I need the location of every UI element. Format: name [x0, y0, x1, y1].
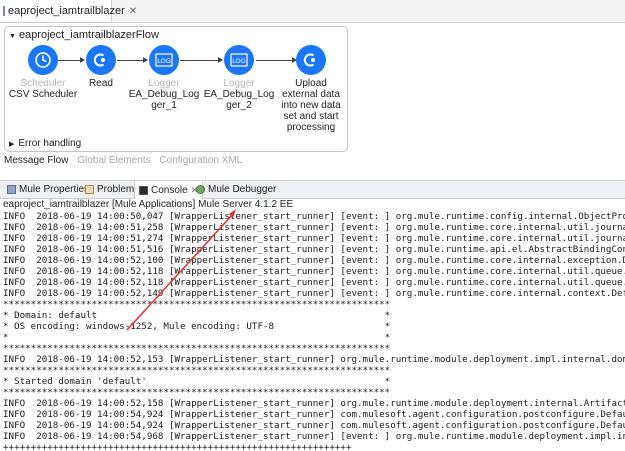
- expand-triangle-icon[interactable]: ▶: [9, 141, 14, 148]
- node-name-label: EA_Debug_Log ger_1: [128, 89, 200, 111]
- console-line: INFO 2018-06-19 14:00:51,258 [WrapperLis…: [3, 222, 625, 233]
- tab-message-flow[interactable]: Message Flow: [4, 155, 68, 166]
- debugger-bug-icon: [196, 185, 205, 194]
- connector-icon: [296, 45, 326, 75]
- console-line: INFO 2018-06-19 14:00:50,047 [WrapperLis…: [3, 211, 625, 222]
- console-line: * *: [3, 332, 391, 343]
- node-name-label: CSV Scheduler: [8, 89, 78, 100]
- console-line: ****************************************…: [3, 343, 391, 354]
- flow-title[interactable]: ▼ eaproject_iamtrailblazerFlow: [9, 29, 159, 41]
- console-icon: [139, 185, 148, 195]
- node-type-label: Logger: [148, 78, 180, 89]
- problems-icon: [85, 185, 94, 194]
- node-name-label: Upload external data into new data set a…: [281, 78, 341, 133]
- console-line: * OS encoding: windows-1252, Mule encodi…: [3, 321, 391, 332]
- properties-icon: [7, 185, 16, 194]
- console-line: INFO 2018-06-19 14:00:51,274 [WrapperLis…: [3, 233, 625, 244]
- close-icon[interactable]: ✕: [129, 6, 137, 17]
- console-line: INFO 2018-06-19 14:00:52,149 [WrapperLis…: [3, 288, 625, 299]
- console-line: INFO 2018-06-19 14:00:52,100 [WrapperLis…: [3, 255, 625, 266]
- console-line: ****************************************…: [3, 365, 391, 376]
- log-icon: LOG: [149, 45, 179, 75]
- console-line: INFO 2018-06-19 14:00:54,968 [WrapperLis…: [3, 431, 625, 442]
- tab-mule-debugger[interactable]: Mule Debugger: [192, 181, 280, 198]
- console-line: INFO 2018-06-19 14:00:54,924 [WrapperLis…: [3, 420, 625, 431]
- console-line: * Domain: default *: [3, 310, 391, 321]
- flow-node-logger-1[interactable]: LOG Logger EA_Debug_Log ger_1: [126, 45, 202, 111]
- console-output[interactable]: INFO 2018-06-19 14:00:50,047 [WrapperLis…: [0, 210, 625, 451]
- editor-tab-label: eaproject_iamtrailblazer: [8, 5, 125, 17]
- flow-canvas: ▼ eaproject_iamtrailblazerFlow Scheduler …: [4, 26, 348, 152]
- console-line: INFO 2018-06-19 14:00:51,516 [WrapperLis…: [3, 244, 625, 255]
- svg-text:LOG: LOG: [157, 57, 171, 65]
- console-line: INFO 2018-06-19 14:00:52,153 [WrapperLis…: [3, 354, 625, 365]
- views-tab-bar: Mule Properties Problems Console ✕ Mule …: [0, 180, 625, 199]
- tab-mule-properties[interactable]: Mule Properties: [3, 181, 93, 198]
- console-line: INFO 2018-06-19 14:00:54,924 [WrapperLis…: [3, 409, 625, 420]
- tab-configuration-xml[interactable]: Configuration XML: [159, 155, 242, 166]
- console-line: INFO 2018-06-19 14:00:52,118 [WrapperLis…: [3, 266, 625, 277]
- tab-global-elements[interactable]: Global Elements: [77, 155, 150, 166]
- console-line: INFO 2018-06-19 14:00:52,158 [WrapperLis…: [3, 398, 625, 409]
- connector-icon: [86, 45, 116, 75]
- log-icon: LOG: [224, 45, 254, 75]
- flow-node-logger-2[interactable]: LOG Logger EA_Debug_Log ger_2: [201, 45, 277, 111]
- editor-subtabs: Message Flow Global Elements Configurati…: [4, 155, 248, 166]
- console-line: ++++++++++++++++++++++++++++++++++++++++…: [3, 442, 352, 451]
- error-handling-section[interactable]: ▶ Error handling: [9, 138, 81, 149]
- collapse-triangle-icon[interactable]: ▼: [9, 33, 16, 40]
- editor-tab-eaproject[interactable]: eaproject_iamtrailblazer ✕: [0, 0, 137, 22]
- flow-node-upload[interactable]: Upload external data into new data set a…: [273, 45, 349, 133]
- console-header: eaproject_iamtrailblazer [Mule Applicati…: [3, 199, 294, 210]
- mule-file-icon: [3, 6, 5, 16]
- editor-tab-bar: eaproject_iamtrailblazer ✕: [0, 0, 625, 23]
- console-line: ****************************************…: [3, 299, 391, 310]
- console-line: * Started domain 'default' *: [3, 376, 391, 387]
- svg-text:LOG: LOG: [232, 57, 246, 65]
- node-type-label: Logger: [223, 78, 255, 89]
- node-name-label: EA_Debug_Log ger_2: [203, 89, 275, 111]
- console-line: ****************************************…: [3, 387, 391, 398]
- console-line: INFO 2018-06-19 14:00:52,118 [WrapperLis…: [3, 277, 625, 288]
- clock-icon: [28, 45, 58, 75]
